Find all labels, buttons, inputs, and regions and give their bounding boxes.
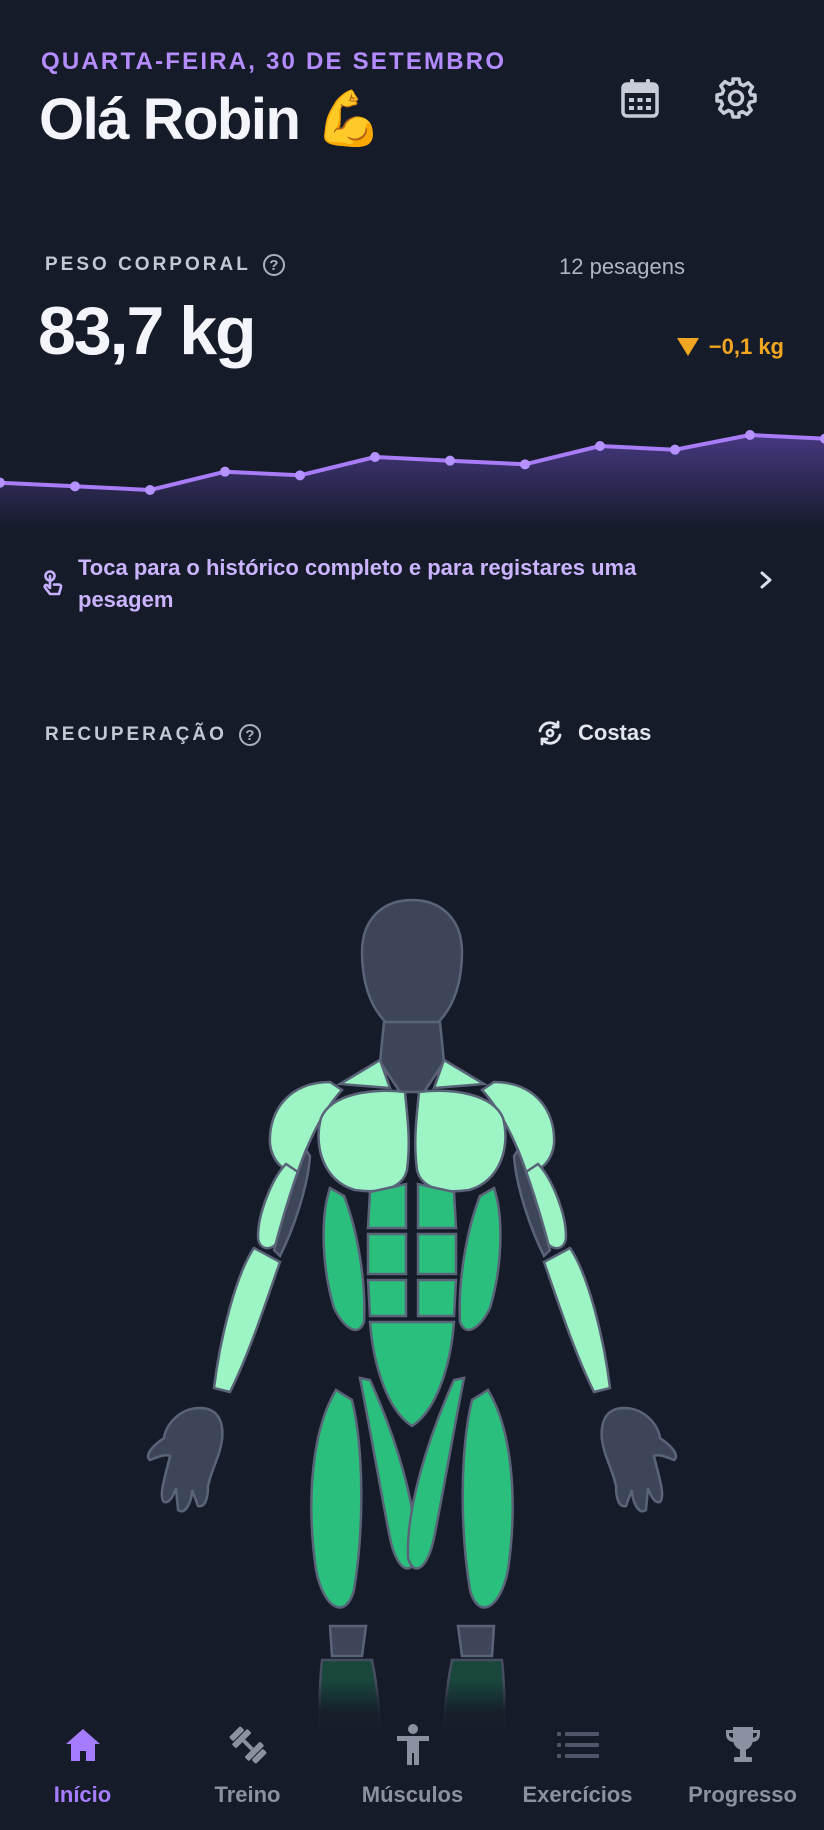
chart-point [295,470,305,481]
forearm-left [212,1246,282,1394]
body-weight-header: PESO CORPORAL ? [45,254,285,276]
pectoral-left [317,1089,410,1193]
chart-point [370,452,380,462]
weight-history-link[interactable]: Toca para o histórico completo e para re… [0,548,824,628]
current-date: QUARTA-FEIRA, 30 DE SETEMBRO [41,48,507,75]
tab-label: Progresso [688,1782,797,1807]
knee-left [328,1624,368,1658]
tab-exercises[interactable]: Exercícios [495,1720,660,1830]
gear-icon [715,77,757,119]
down-triangle-icon [676,338,699,356]
trapezius-left [336,1058,392,1090]
greeting-text: Olá Robin [39,87,301,152]
help-icon[interactable]: ? [262,254,285,276]
flexed-biceps-emoji: 💪 [315,89,382,149]
rotate-icon [538,720,562,746]
abs-mid-left [366,1232,408,1276]
neck [378,1020,446,1094]
view-toggle-label: Costas [578,720,652,745]
abs-low-right [416,1278,458,1318]
tab-label: Exercícios [522,1782,633,1807]
abs-upper-left [366,1182,408,1230]
recovery-label: RECUPERAÇÃO [45,724,227,745]
pectoral-right [414,1089,507,1193]
list-icon [556,1732,599,1758]
home-icon [65,1729,100,1761]
tab-home[interactable]: Início [0,1720,165,1830]
chart-point [520,459,530,470]
tab-label: Músculos [361,1782,464,1807]
hand-right [600,1406,678,1513]
calendar-button[interactable] [612,70,668,126]
settings-button[interactable] [708,70,764,126]
weighings-count: 12 pesagens [559,254,685,279]
knee-right [456,1624,496,1658]
view-back-toggle[interactable]: Costas [536,720,651,746]
chart-point [145,485,155,495]
weight-delta: −0,1 kg [676,334,784,360]
tab-progress[interactable]: Progresso [660,1720,824,1830]
tab-workout[interactable]: Treino [165,1720,330,1830]
dumbbell-icon [229,1726,266,1764]
weight-chart[interactable] [0,405,824,530]
recovery-header: RECUPERAÇÃO ? [45,724,261,746]
body-weight-label: PESO CORPORAL [45,254,251,275]
chart-point [595,441,605,451]
chart-point [745,430,755,440]
help-icon[interactable]: ? [238,724,261,746]
oblique-left [322,1186,366,1332]
trapezius-right [432,1058,488,1090]
tab-label: Treino [214,1782,281,1807]
history-link-text: Toca para o histórico completo e para re… [78,555,637,612]
quad-left-outer [310,1388,363,1609]
forearm-right [542,1246,612,1394]
chevron-right-icon [760,571,772,589]
chart-point [70,481,80,492]
quad-right-outer [461,1388,514,1609]
oblique-right [458,1186,502,1332]
current-weight: 83,7 kg [38,293,257,369]
tab-muscles[interactable]: Músculos [330,1720,495,1830]
hand-left [146,1406,224,1513]
chart-point [220,466,230,477]
weight-delta-value: −0,1 kg [708,334,784,359]
abs-upper-right [416,1182,458,1230]
tap-hand-icon [43,570,63,596]
chart-point [445,455,455,466]
chart-point [670,444,680,455]
head [360,898,464,1038]
greeting: Olá Robin 💪 [39,86,383,153]
abs-mid-right [416,1232,458,1276]
tab-label: Início [53,1782,112,1807]
calendar-icon [621,79,659,118]
abs-low-left [366,1278,408,1318]
body-icon [396,1724,429,1765]
trophy-icon [725,1727,760,1762]
chart-area [0,435,824,530]
